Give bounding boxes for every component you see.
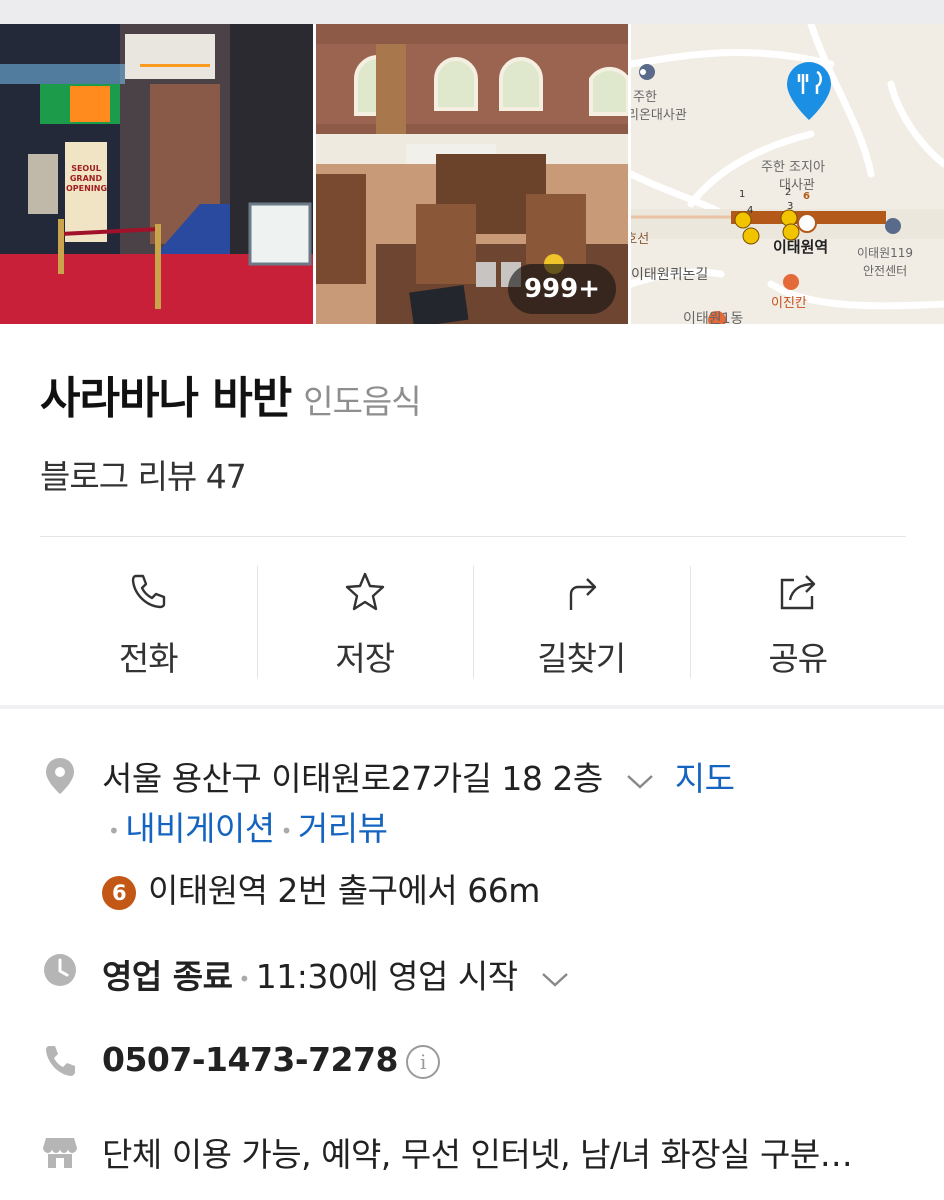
- map-label-station: 이태원역: [773, 238, 829, 256]
- map-label-safety2: 안전센터: [863, 264, 908, 278]
- map-label-restaurant: 이진칸: [771, 296, 807, 311]
- phone-icon: [132, 574, 166, 609]
- map-label-dong: 이태원1동: [683, 311, 744, 324]
- save-button[interactable]: 저장: [256, 566, 474, 678]
- chevron-down-icon[interactable]: [625, 770, 655, 792]
- navigation-link[interactable]: 내비게이션: [125, 809, 275, 848]
- amenities-row[interactable]: 단체 이용 가능, 예약, 무선 인터넷, 남/녀 화장실 구분…: [102, 1128, 853, 1176]
- share-button[interactable]: 공유: [689, 566, 907, 678]
- map-label-road: 이태원퀴논길: [631, 267, 709, 283]
- address-row: 서울 용산구 이태원로27가길 18 2층 지도: [102, 752, 735, 800]
- photo-strip: SEOUL GRAND OPENING 999+ 주한 리온대사관 주한 조지아…: [0, 24, 944, 324]
- map-label-exit3: 3: [787, 201, 794, 212]
- map-label-exit1: 1: [739, 189, 746, 200]
- blog-review-count[interactable]: 블로그 리뷰 47: [40, 450, 247, 498]
- hours-next: 11:30에 영업 시작: [255, 957, 518, 996]
- address-links-row: • 내비게이션 • 거리뷰: [102, 802, 388, 850]
- hours-status: 영업 종료: [102, 957, 233, 996]
- star-icon: [345, 572, 384, 611]
- grand-opening-sign: SEOUL GRAND OPENING: [66, 164, 108, 193]
- photo-count-badge[interactable]: 999+: [507, 264, 616, 314]
- map-label-exit2: 2: [785, 187, 792, 198]
- bullet-dot: •: [108, 818, 120, 843]
- divider: [40, 536, 906, 537]
- directions-button[interactable]: 길찾기: [473, 566, 690, 678]
- section-divider: [0, 705, 944, 709]
- hours-row[interactable]: 영업 종료 • 11:30에 영업 시작: [102, 950, 570, 998]
- top-bar: [0, 0, 944, 24]
- map-label-georgia1: 주한 조지아: [761, 160, 825, 175]
- map-label-embassy1: 주한: [633, 90, 657, 105]
- subway-line-badge: 6: [102, 875, 136, 910]
- subway-info: 이태원역 2번 출구에서 66m: [148, 871, 540, 910]
- info-icon[interactable]: i: [405, 1044, 440, 1079]
- photo-storefront[interactable]: SEOUL GRAND OPENING: [0, 24, 313, 324]
- amenities-text: 단체 이용 가능, 예약, 무선 인터넷, 남/녀 화장실 구분…: [102, 1135, 853, 1174]
- directions-label: 길찾기: [537, 639, 626, 678]
- map-label-line-badge: 6: [803, 191, 810, 202]
- map-thumbnail[interactable]: 주한 리온대사관 주한 조지아 대사관 1 4 2 3 6 6호선 이태원역 이…: [631, 24, 944, 324]
- map-label-line: 6호선: [631, 232, 650, 247]
- bullet-dot: •: [280, 818, 293, 843]
- map-label-embassy2: 리온대사관: [631, 108, 687, 123]
- address-text: 서울 용산구 이태원로27가길 18 2층: [102, 759, 603, 798]
- bullet-dot: •: [238, 966, 250, 991]
- save-label: 저장: [335, 639, 395, 678]
- map-label-safety1: 이태원119: [857, 246, 914, 260]
- directions-icon: [570, 578, 597, 610]
- subway-row: 6 이태원역 2번 출구에서 66m: [102, 864, 540, 912]
- photo-interior[interactable]: 999+: [316, 24, 628, 324]
- phone-row[interactable]: 0507-1473-7278 i: [102, 1040, 440, 1079]
- action-bar: 전화 저장 길찾기 공유: [40, 566, 906, 678]
- map-label-exit4: 4: [747, 205, 754, 216]
- streetview-link[interactable]: 거리뷰: [298, 809, 388, 848]
- store-icon: [43, 1138, 77, 1168]
- phone-icon: [46, 1046, 75, 1076]
- chevron-down-icon[interactable]: [540, 968, 570, 990]
- clock-icon: [44, 954, 76, 986]
- location-pin-icon: [46, 758, 74, 794]
- map-link[interactable]: 지도: [675, 759, 735, 798]
- share-icon: [780, 575, 815, 610]
- place-header: 사라바나 바반 인도음식: [40, 362, 422, 426]
- place-category: 인도음식: [303, 382, 421, 421]
- place-name: 사라바나 바반: [40, 373, 292, 424]
- phone-number[interactable]: 0507-1473-7278: [102, 1040, 398, 1079]
- call-label: 전화: [118, 639, 179, 678]
- call-button[interactable]: 전화: [40, 566, 257, 678]
- share-label: 공유: [768, 639, 828, 678]
